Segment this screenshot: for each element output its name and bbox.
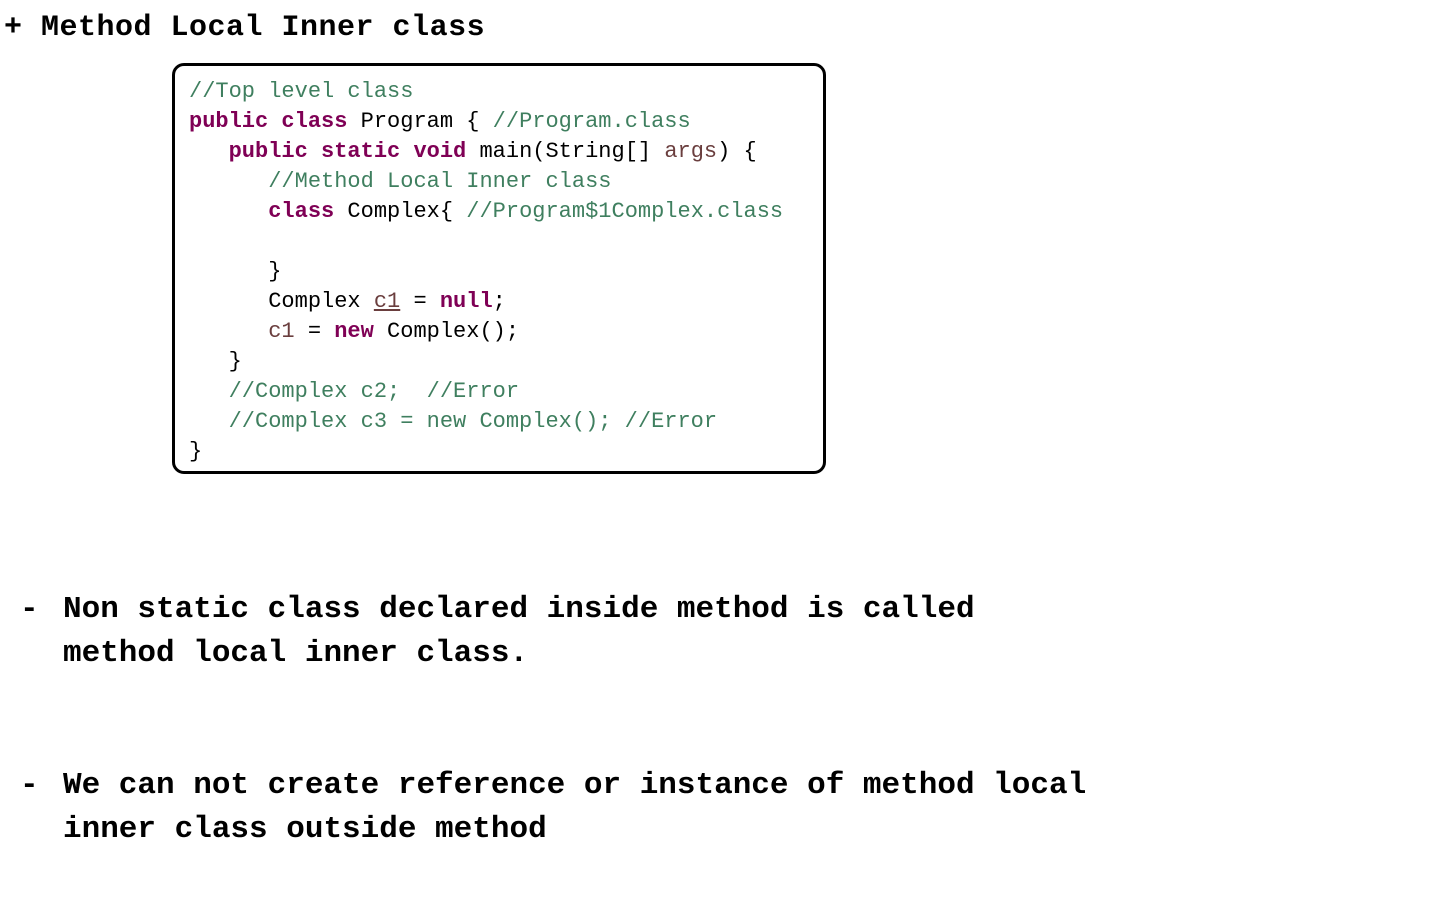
note-text: We can not create reference or instance … — [63, 768, 1087, 847]
code-line: } — [189, 347, 783, 377]
code-token: public — [189, 109, 269, 134]
code-token: args — [664, 139, 718, 164]
note-bullet: - — [20, 592, 39, 627]
code-block: //Top level class public class Program { … — [172, 63, 826, 474]
code-token: } — [228, 349, 242, 374]
code-token: } — [189, 439, 203, 464]
code-token: //Program.class — [492, 109, 691, 134]
code-line: c1 = new Complex(); — [189, 317, 783, 347]
code-line: //Complex c2; //Error — [189, 377, 783, 407]
code-line: public static void main(String[] args) { — [189, 137, 783, 167]
note-text: Non static class declared inside method … — [63, 592, 975, 671]
code-token: c1 — [373, 289, 401, 314]
code-token: class — [268, 199, 335, 224]
note-bullet: - — [20, 768, 39, 803]
code-line: //Method Local Inner class — [189, 167, 783, 197]
code-line: class Complex{ //Program$1Complex.class — [189, 197, 783, 227]
code-token: new — [334, 319, 374, 344]
notes-list: - Non static class declared inside metho… — [20, 500, 1086, 896]
code-token: class — [281, 109, 348, 134]
note-item: - We can not create reference or instanc… — [20, 764, 1086, 852]
code-token: ; — [492, 289, 506, 314]
code-line: //Top level class — [189, 77, 783, 107]
code-token: Program { — [347, 109, 493, 134]
code-token: null — [439, 289, 493, 314]
code-token: ) { — [717, 139, 757, 164]
code-listing: //Top level class public class Program { … — [189, 77, 783, 467]
code-token: //Program$1Complex.class — [466, 199, 784, 224]
code-line: } — [189, 257, 783, 287]
code-token: public — [228, 139, 308, 164]
code-token: Complex(); — [373, 319, 520, 344]
code-token: //Complex c2; //Error — [228, 379, 520, 404]
code-token: Complex — [268, 289, 374, 314]
code-token: } — [268, 259, 282, 284]
code-token: c1 — [268, 319, 295, 344]
code-token: //Top level class — [189, 79, 414, 104]
code-token: main(String[] — [466, 139, 665, 164]
code-token: = — [400, 289, 440, 314]
code-token: static — [321, 139, 401, 164]
code-line: } — [189, 437, 783, 467]
code-token: //Complex c3 = new Complex(); //Error — [228, 409, 718, 434]
code-line: //Complex c3 = new Complex(); //Error — [189, 407, 783, 437]
note-item: - Non static class declared inside metho… — [20, 588, 1086, 676]
code-token: Complex{ — [334, 199, 467, 224]
code-token: void — [413, 139, 467, 164]
code-line: public class Program { //Program.class — [189, 107, 783, 137]
code-token: //Method Local Inner class — [268, 169, 612, 194]
slide-heading: + Method Local Inner class — [4, 11, 486, 45]
code-line: Complex c1 = null; — [189, 287, 783, 317]
code-token: = — [294, 319, 335, 344]
